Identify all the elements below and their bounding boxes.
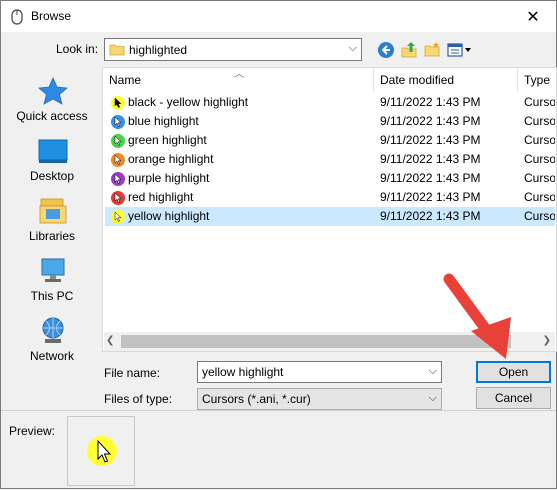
new-folder-icon [424, 42, 440, 57]
place-label: Network [29, 349, 74, 363]
file-type-cell: Cursor [524, 133, 555, 147]
file-name-cell: green highlight [128, 133, 207, 147]
preview-label: Preview: [9, 424, 56, 438]
back-button[interactable] [375, 39, 397, 61]
file-row[interactable]: purple highlight 9/11/2022 1:43 PM Cursor [105, 169, 555, 188]
file-row[interactable]: yellow highlight 9/11/2022 1:43 PM Cursor [105, 207, 555, 226]
file-type-value: Cursors (*.ani, *.cur) [202, 392, 311, 406]
file-type-label: Files of type: [104, 392, 173, 406]
cursor-file-icon [111, 153, 125, 167]
file-row[interactable]: red highlight 9/11/2022 1:43 PM Cursor [105, 188, 555, 207]
cursor-file-icon [111, 191, 125, 205]
place-desktop[interactable]: Desktop [7, 136, 97, 194]
browse-dialog: Browse ✕ Look in: highlighted ⌵ Quick ac… [0, 0, 557, 489]
file-date-cell: 9/11/2022 1:43 PM [380, 209, 481, 223]
file-type-cell: Cursor [524, 190, 555, 204]
up-folder-icon [401, 42, 417, 58]
annotation-arrow-icon [443, 273, 511, 359]
look-in-dropdown[interactable]: highlighted ⌵ [104, 38, 362, 61]
column-header-label: Date modified [380, 73, 455, 87]
file-date-cell: 9/11/2022 1:43 PM [380, 152, 481, 166]
file-name-input[interactable]: yellow highlight ⌵ [197, 361, 442, 383]
file-type-select[interactable]: Cursors (*.ani, *.cur) ⌵ [197, 388, 442, 410]
place-label: This PC [30, 289, 74, 303]
column-header-name[interactable]: Name ︿ [103, 68, 374, 92]
file-date-cell: 9/11/2022 1:43 PM [380, 95, 481, 109]
back-arrow-icon [378, 42, 394, 58]
divider [1, 410, 556, 411]
file-name-cell: purple highlight [128, 171, 210, 185]
scroll-left-icon[interactable]: ❮ [106, 335, 114, 346]
file-row[interactable]: orange highlight 9/11/2022 1:43 PM Cursor [105, 150, 555, 169]
file-type-cell: Cursor [524, 171, 555, 185]
file-name-value: yellow highlight [202, 365, 284, 379]
column-header-label: Type [524, 73, 551, 87]
desktop-icon [37, 136, 69, 166]
file-date-cell: 9/11/2022 1:43 PM [380, 133, 481, 147]
column-header-type[interactable]: Type [518, 68, 556, 92]
sort-up-icon: ︿ [234, 69, 244, 80]
cancel-button[interactable]: Cancel [476, 387, 551, 409]
libraries-icon [37, 196, 69, 226]
place-quick-access[interactable]: Quick access [7, 76, 97, 134]
folder-icon [109, 42, 125, 59]
file-type-cell: Cursor [524, 114, 555, 128]
cursor-file-icon [111, 96, 125, 110]
title-bar: Browse ✕ [1, 1, 556, 32]
network-icon [37, 316, 69, 346]
look-in-label: Look in: [56, 42, 99, 56]
cursor-preview-icon [87, 436, 117, 466]
file-type-cell: Cursor [524, 152, 555, 166]
cursor-file-icon [111, 134, 125, 148]
file-name-cell: red highlight [128, 190, 194, 204]
file-row[interactable]: blue highlight 9/11/2022 1:43 PM Cursor [105, 112, 555, 131]
column-header-date[interactable]: Date modified [374, 68, 518, 92]
cursor-file-icon [111, 210, 125, 224]
window-title: Browse [31, 9, 72, 23]
column-header-label: Name [109, 73, 142, 87]
place-label: Quick access [16, 109, 88, 123]
up-folder-button[interactable] [398, 39, 420, 61]
file-name-cell: black - yellow highlight [128, 95, 249, 109]
place-this-pc[interactable]: This PC [7, 256, 97, 314]
file-row[interactable]: green highlight 9/11/2022 1:43 PM Cursor [105, 131, 555, 150]
place-network[interactable]: Network [7, 316, 97, 374]
file-name-cell: orange highlight [128, 152, 214, 166]
cursor-file-icon [111, 172, 125, 186]
scroll-right-icon[interactable]: ❯ [543, 335, 551, 346]
view-menu-icon [447, 43, 471, 57]
file-type-cell: Cursor [524, 95, 555, 109]
file-name-cell: yellow highlight [128, 209, 210, 223]
place-label: Libraries [28, 229, 76, 243]
pc-icon [37, 256, 69, 286]
look-in-value: highlighted [129, 43, 188, 57]
mouse-icon [11, 9, 23, 25]
chevron-down-icon: ⌵ [428, 392, 437, 404]
file-name-cell: blue highlight [128, 114, 199, 128]
new-folder-button[interactable] [421, 39, 443, 61]
file-date-cell: 9/11/2022 1:43 PM [380, 171, 481, 185]
places-bar: Quick access Desktop Libraries This PC N… [7, 68, 97, 388]
chevron-down-icon: ⌵ [348, 42, 357, 54]
view-menu-button[interactable] [446, 39, 474, 61]
file-date-cell: 9/11/2022 1:43 PM [380, 190, 481, 204]
place-label: Desktop [29, 169, 75, 183]
file-row[interactable]: black - yellow highlight 9/11/2022 1:43 P… [105, 93, 555, 112]
file-date-cell: 9/11/2022 1:43 PM [380, 114, 481, 128]
star-icon [37, 76, 69, 106]
cursor-file-icon [111, 115, 125, 129]
close-button[interactable]: ✕ [510, 1, 556, 32]
file-type-cell: Cursor [524, 209, 555, 223]
file-name-label: File name: [104, 366, 161, 380]
preview-box [67, 416, 135, 486]
place-libraries[interactable]: Libraries [7, 196, 97, 254]
